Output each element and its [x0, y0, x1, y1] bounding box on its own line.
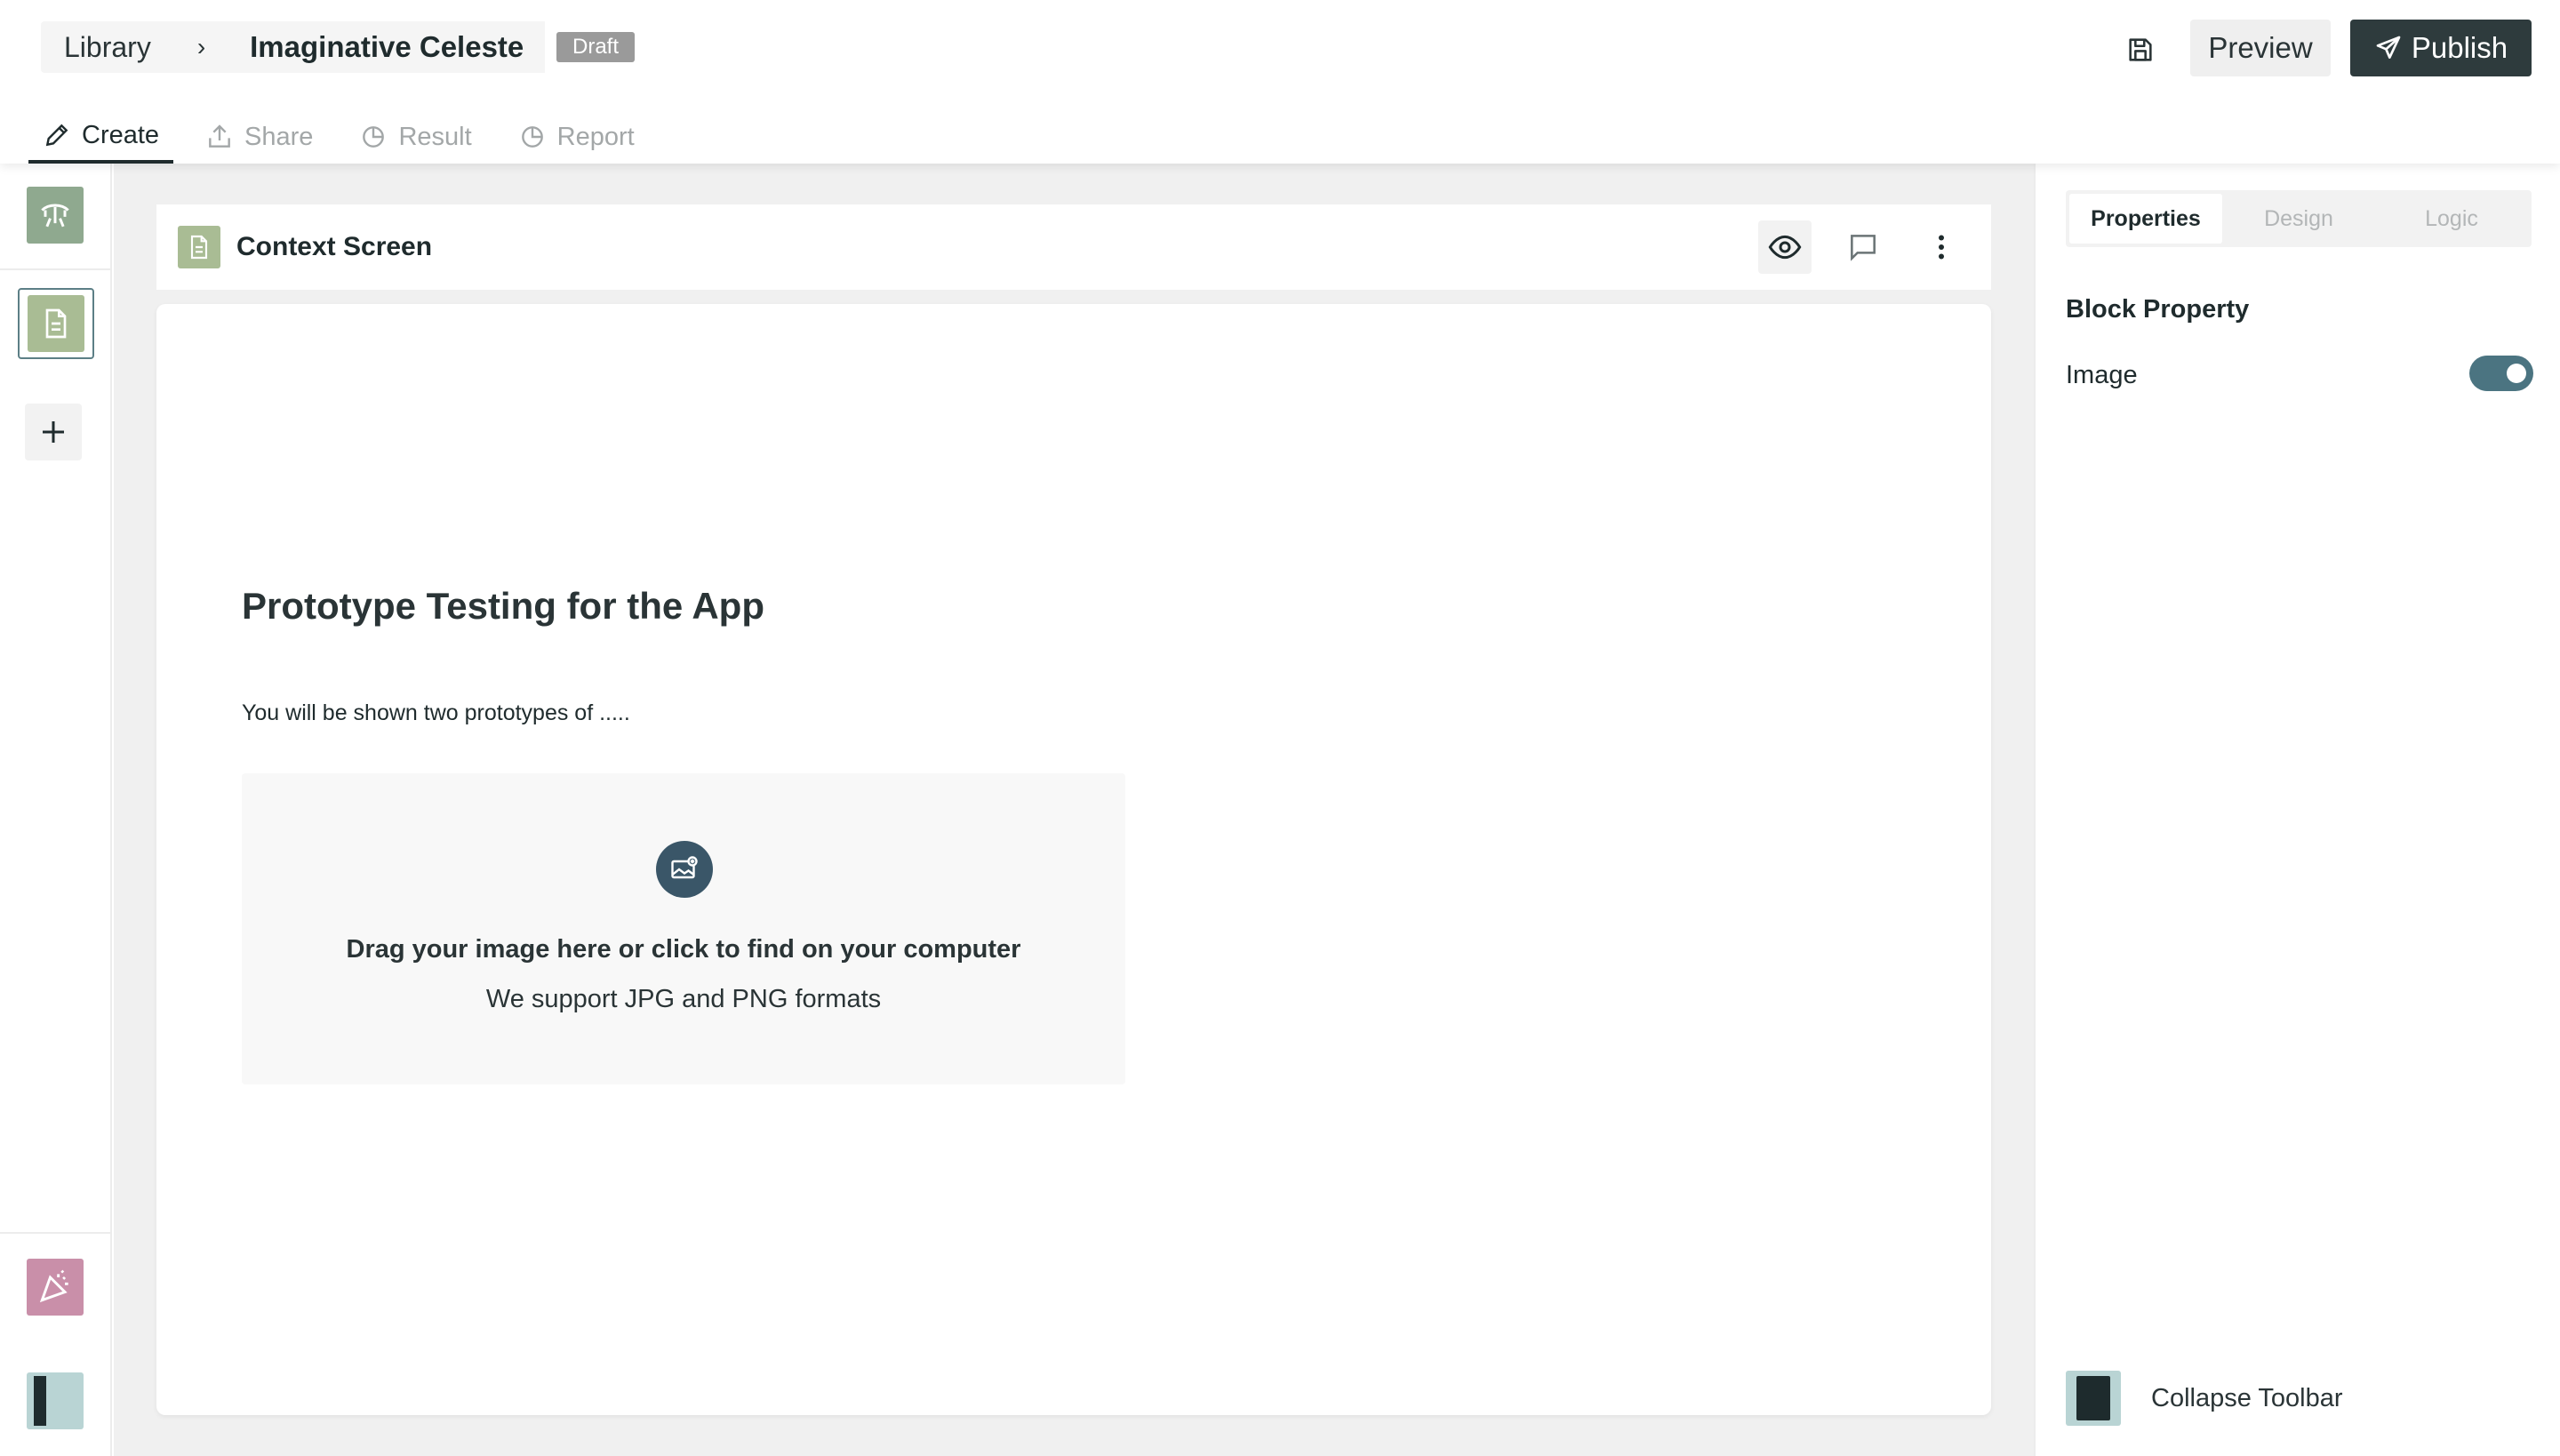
tab-properties[interactable]: Properties [2069, 194, 2222, 244]
publish-button[interactable]: Publish [2350, 20, 2532, 76]
floppy-disk-icon [2129, 38, 2152, 61]
collapse-toolbar-label: Collapse Toolbar [2151, 1383, 2343, 1412]
block-header-title: Context Screen [236, 232, 433, 261]
tab-create-label: Create [82, 120, 160, 149]
add-screen-button[interactable] [25, 404, 82, 460]
block-property-heading: Block Property [2066, 295, 2250, 324]
rail-divider [0, 268, 112, 270]
dropzone-formats: We support JPG and PNG formats [485, 985, 882, 1013]
pencil-icon [45, 124, 68, 147]
tab-report-label: Report [556, 122, 635, 151]
top-header: Library › Imaginative Celeste Draft Prev… [0, 0, 2560, 164]
rail-divider [0, 1232, 112, 1234]
image-dropzone[interactable]: Drag your image here or click to find on… [242, 773, 1125, 1084]
collapse-rail-icon[interactable] [27, 1372, 84, 1429]
main-tabs: Create Share Result Report [28, 110, 667, 164]
send-icon [2376, 36, 2401, 59]
eye-icon [1768, 235, 1802, 260]
breadcrumb-library-link[interactable]: Library [41, 31, 174, 64]
context-screen-thumb-bg [28, 295, 84, 352]
document-icon [45, 308, 67, 339]
tab-result-label: Result [398, 122, 472, 151]
image-toggle-label: Image [2066, 361, 2138, 389]
pie-chart-icon [521, 126, 543, 148]
end-screen-thumbnail[interactable] [27, 1259, 84, 1316]
panel-tabs: Properties Design Logic [2066, 190, 2532, 247]
context-screen-thumbnail[interactable] [18, 288, 94, 359]
context-block-card: Prototype Testing for the App You will b… [156, 304, 1991, 1415]
editor-canvas: Context Screen Prototype Testing for the… [114, 164, 2034, 1456]
preview-block-button[interactable] [1758, 220, 1812, 274]
comment-button[interactable] [1836, 220, 1890, 274]
image-toggle[interactable] [2469, 356, 2533, 391]
tab-report[interactable]: Report [504, 110, 649, 164]
rail-collapse-bar [34, 1376, 46, 1426]
block-description[interactable]: You will be shown two prototypes of ....… [242, 700, 630, 726]
save-button[interactable] [2116, 27, 2165, 73]
kebab-menu-icon [1939, 235, 1944, 260]
welcome-icon [41, 204, 69, 228]
tab-share[interactable]: Share [191, 110, 327, 164]
block-header: Context Screen [156, 204, 1991, 290]
collapse-toolbar-button[interactable]: Collapse Toolbar [2066, 1371, 2343, 1426]
share-icon [209, 124, 230, 148]
tab-logic[interactable]: Logic [2375, 194, 2528, 244]
pie-chart-icon [363, 126, 385, 148]
dropzone-instruction: Drag your image here or click to find on… [346, 935, 1021, 964]
welcome-screen-thumbnail[interactable] [27, 187, 84, 244]
preview-button[interactable]: Preview [2190, 20, 2331, 76]
more-options-button[interactable] [1915, 220, 1968, 274]
breadcrumb: Library › Imaginative Celeste [41, 21, 546, 73]
image-upload-icon [656, 841, 713, 898]
publish-label: Publish [2411, 31, 2508, 64]
comment-icon [1851, 235, 1876, 261]
block-title[interactable]: Prototype Testing for the App [242, 585, 764, 628]
tab-create[interactable]: Create [28, 110, 174, 164]
collapse-toolbar-icon [2066, 1371, 2121, 1426]
status-badge: Draft [556, 32, 636, 62]
plus-icon [43, 421, 64, 443]
party-popper-icon [39, 1269, 68, 1303]
chevron-right-icon: › [196, 33, 206, 60]
block-header-actions [1758, 220, 1968, 274]
tab-result[interactable]: Result [345, 110, 485, 164]
properties-panel: Properties Design Logic Block Property I… [2034, 164, 2560, 1456]
document-icon [178, 226, 220, 268]
project-title[interactable]: Imaginative Celeste [228, 21, 546, 73]
screens-rail [0, 164, 112, 1456]
tab-share-label: Share [244, 122, 314, 151]
tab-design[interactable]: Design [2222, 194, 2375, 244]
